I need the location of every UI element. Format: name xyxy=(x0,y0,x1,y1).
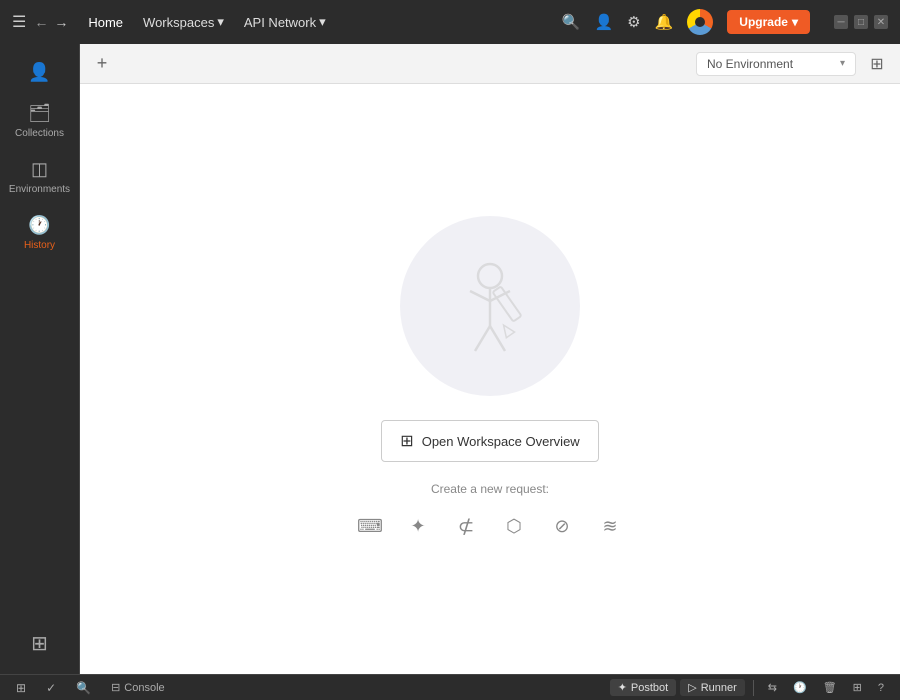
upgrade-chevron-icon: ▾ xyxy=(792,15,798,29)
open-workspace-button[interactable]: ⊞ Open Workspace Overview xyxy=(381,420,598,462)
sidebar-item-history[interactable]: 🕐 History xyxy=(0,207,79,259)
profile-icon: 👤 xyxy=(28,62,50,83)
grid-view-button[interactable]: ⊞ xyxy=(862,49,892,79)
create-request-label: Create a new request: xyxy=(431,482,549,496)
sync-icon: ⇆ xyxy=(768,681,777,694)
search-status-icon: 🔍 xyxy=(76,681,91,695)
workspaces-chevron-icon: ▾ xyxy=(217,14,224,30)
title-bar-left: ☰ ← → Home Workspaces ▾ API Network ▾ xyxy=(12,10,334,34)
main-layout: 👤 🗂 Collections ◫ Environments 🕐 History… xyxy=(0,44,900,674)
sidebar: 👤 🗂 Collections ◫ Environments 🕐 History… xyxy=(0,44,80,674)
postman-logo[interactable] xyxy=(687,9,713,35)
search-icon[interactable]: 🔍 xyxy=(562,13,581,31)
title-bar-icons: 🔍 👤 ⚙ 🔔 Upgrade ▾ ─ □ ✕ xyxy=(562,9,888,35)
close-button[interactable]: ✕ xyxy=(874,15,888,29)
minimize-button[interactable]: ─ xyxy=(834,15,848,29)
grpc-request-icon[interactable]: ⊄ xyxy=(450,510,482,542)
workspace-status-icon: ⊞ xyxy=(16,681,26,695)
status-workspace[interactable]: ⊞ xyxy=(10,679,32,697)
add-tab-button[interactable]: + xyxy=(88,50,116,78)
api-network-chevron-icon: ▾ xyxy=(319,14,326,30)
plus-icon: + xyxy=(97,53,108,74)
maximize-button[interactable]: □ xyxy=(854,15,868,29)
sidebar-bottom: ⊞ xyxy=(0,621,79,666)
sidebar-top: 👤 🗂 Collections ◫ Environments 🕐 History xyxy=(0,52,79,621)
environment-selector[interactable]: No Environment ▾ xyxy=(696,52,856,76)
content-area: ⊞ Open Workspace Overview Create a new r… xyxy=(80,84,900,674)
runner-icon: ▷ xyxy=(688,681,696,694)
postbot-icon: ✦ xyxy=(618,681,627,694)
illustration-svg xyxy=(440,246,540,366)
websocket-request-icon[interactable]: ⬡ xyxy=(498,510,530,542)
tab-bar: + No Environment ▾ ⊞ xyxy=(80,44,900,84)
grid-icon: ⊞ xyxy=(870,54,883,74)
sidebar-item-add-workspace[interactable]: ⊞ xyxy=(0,623,79,664)
status-divider xyxy=(753,680,754,696)
status-check[interactable]: ✓ xyxy=(40,679,62,697)
sidebar-item-collections[interactable]: 🗂 Collections xyxy=(0,95,79,147)
add-workspace-icon: ⊞ xyxy=(31,631,48,656)
sidebar-item-environments[interactable]: ◫ Environments xyxy=(0,151,79,203)
nav-arrows: ← → xyxy=(34,14,68,30)
console-icon: ⊟ xyxy=(111,681,120,694)
console-button[interactable]: ⊟ Console xyxy=(105,679,171,696)
bell-icon[interactable]: 🔔 xyxy=(655,13,674,31)
http-request-icon[interactable]: ⌨ xyxy=(354,510,386,542)
title-bar-menu: Home Workspaces ▾ API Network ▾ xyxy=(80,10,333,34)
trash-status-icon: 🗑 xyxy=(823,681,837,694)
env-chevron-icon: ▾ xyxy=(840,58,845,69)
runner-button[interactable]: ▷ Runner xyxy=(680,679,745,696)
status-history[interactable]: 🕐 xyxy=(787,679,813,696)
title-bar: ☰ ← → Home Workspaces ▾ API Network ▾ 🔍 … xyxy=(0,0,900,44)
settings-icon[interactable]: ⚙ xyxy=(627,13,640,31)
environments-icon: ◫ xyxy=(31,159,48,180)
status-sync[interactable]: ⇆ xyxy=(762,679,783,696)
add-collaborator-icon[interactable]: 👤 xyxy=(594,13,613,31)
workspace-button-icon: ⊞ xyxy=(400,431,413,451)
back-arrow[interactable]: ← xyxy=(34,14,48,30)
check-status-icon: ✓ xyxy=(46,681,56,695)
status-help[interactable]: ? xyxy=(872,680,890,696)
status-bar-right: ✦ Postbot ▷ Runner ⇆ 🕐 🗑 ⊞ ? xyxy=(610,679,890,696)
help-icon: ? xyxy=(878,682,884,694)
env-label: No Environment xyxy=(707,57,793,71)
postman-logo-inner xyxy=(695,17,705,27)
workspace-illustration xyxy=(400,216,580,396)
status-grid[interactable]: ⊞ xyxy=(847,679,868,696)
menu-workspaces[interactable]: Workspaces ▾ xyxy=(135,10,232,34)
socketio-request-icon[interactable]: ⊘ xyxy=(546,510,578,542)
graphql-request-icon[interactable]: ✦ xyxy=(402,510,434,542)
win-controls: ─ □ ✕ xyxy=(834,15,888,29)
status-trash[interactable]: 🗑 xyxy=(817,679,843,696)
status-search[interactable]: 🔍 xyxy=(70,679,97,697)
hamburger-icon[interactable]: ☰ xyxy=(12,12,26,32)
history-icon: 🕐 xyxy=(28,215,50,236)
sidebar-item-profile[interactable]: 👤 xyxy=(0,54,79,91)
grid-status-icon: ⊞ xyxy=(853,681,862,694)
menu-api-network[interactable]: API Network ▾ xyxy=(236,10,334,34)
status-bar-left: ⊞ ✓ 🔍 ⊟ Console xyxy=(10,679,171,697)
forward-arrow[interactable]: → xyxy=(54,14,68,30)
history-status-icon: 🕐 xyxy=(793,681,807,694)
menu-home[interactable]: Home xyxy=(80,11,131,34)
postbot-button[interactable]: ✦ Postbot xyxy=(610,679,677,696)
mqtt-request-icon[interactable]: ≋ xyxy=(594,510,626,542)
request-icons: ⌨ ✦ ⊄ ⬡ ⊘ ≋ xyxy=(354,510,626,542)
status-bar: ⊞ ✓ 🔍 ⊟ Console ✦ Postbot ▷ Runner ⇆ 🕐 🗑 xyxy=(0,674,900,700)
collections-icon: 🗂 xyxy=(28,103,51,124)
upgrade-button[interactable]: Upgrade ▾ xyxy=(727,10,810,34)
